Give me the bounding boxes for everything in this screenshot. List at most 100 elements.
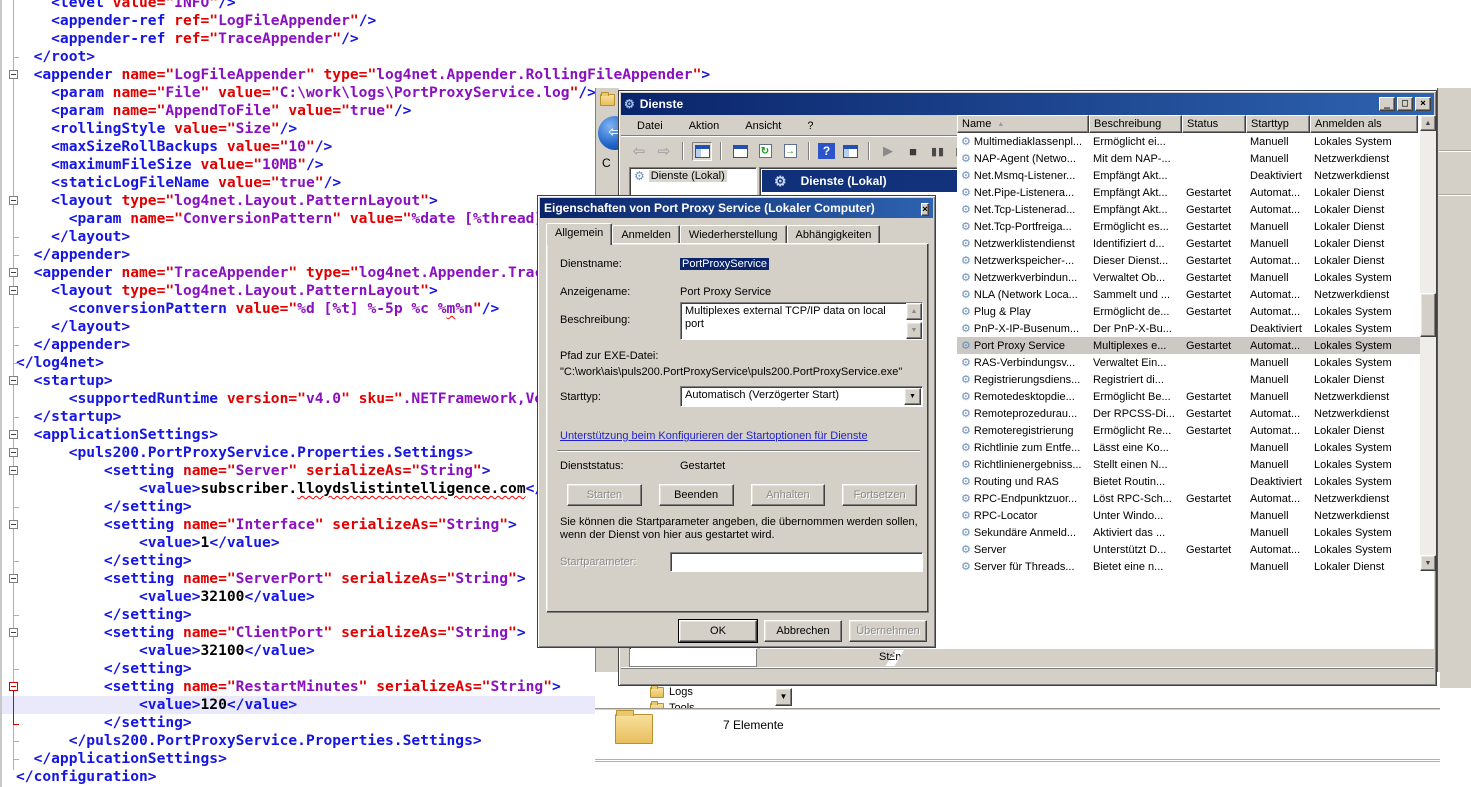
table-row[interactable]: ⚙RPC-Endpunktzuor...Löst RPC-Sch...Gesta… <box>957 490 1420 507</box>
table-row[interactable]: ⚙Remotedesktopdie...Ermöglicht Be...Gest… <box>957 388 1420 405</box>
fold-toggle-icon[interactable] <box>9 70 18 79</box>
table-row[interactable]: ⚙Remoteprozedurau...Der RPCSS-Di...Gesta… <box>957 405 1420 422</box>
table-row[interactable]: ⚙RAS-Verbindungsv...Verwaltet Ein...Manu… <box>957 354 1420 371</box>
column-header[interactable]: Anmelden als <box>1310 115 1418 133</box>
tab-abhaengigkeiten[interactable]: Abhängigkeiten <box>787 225 881 244</box>
scroll-up-icon[interactable]: ▲ <box>906 303 922 320</box>
tab-allgemein[interactable]: Allgemein <box>546 223 612 245</box>
dienstname-value[interactable]: PortProxyService <box>680 258 769 270</box>
table-row[interactable]: ⚙PnP-X-IP-Busenum...Der PnP-X-Bu...Deakt… <box>957 320 1420 337</box>
starttyp-combobox[interactable]: Automatisch (Verzögerter Start) ▼ <box>680 386 923 407</box>
table-row[interactable]: ⚙Sekundäre Anmeld...Aktiviert das ...Man… <box>957 524 1420 541</box>
refresh-icon[interactable]: ↻ <box>755 142 775 161</box>
fold-toggle-icon[interactable] <box>9 286 18 295</box>
show-console-tree-icon[interactable] <box>840 142 860 161</box>
beenden-button[interactable]: Beenden <box>659 484 734 506</box>
dropdown-icon[interactable]: ▼ <box>775 688 792 706</box>
fold-toggle-icon[interactable] <box>9 376 18 385</box>
column-header[interactable]: Beschreibung <box>1089 115 1182 133</box>
table-row[interactable]: ⚙ServerUnterstützt D...GestartetAutomat.… <box>957 541 1420 558</box>
textbox-scrollbar[interactable]: ▲ ▼ <box>906 303 922 339</box>
fold-toggle-icon[interactable] <box>9 430 18 439</box>
table-row[interactable]: ⚙NLA (Network Loca...Sammelt und ...Gest… <box>957 286 1420 303</box>
table-cell: Lokaler Dienst <box>1310 204 1418 216</box>
tab-wiederherstellung[interactable]: Wiederherstellung <box>680 225 787 244</box>
table-row[interactable]: ⚙RPC-LocatorUnter Windo...ManuellNetzwer… <box>957 507 1420 524</box>
uebernehmen-button[interactable]: Übernehmen <box>849 620 927 642</box>
chevron-down-icon[interactable]: ▼ <box>904 388 921 405</box>
help-icon[interactable]: ? <box>818 143 835 159</box>
fold-toggle-icon[interactable] <box>9 448 18 457</box>
scroll-up-icon[interactable]: ▲ <box>1420 115 1436 131</box>
maximize-button[interactable]: □ <box>1397 97 1413 111</box>
tree-item-logs[interactable]: Logs <box>650 684 695 700</box>
startparameter-input[interactable] <box>670 552 923 572</box>
fold-toggle-icon[interactable] <box>9 574 18 583</box>
table-row[interactable]: ⚙Net.Tcp-Listenerad...Empfängt Akt...Ges… <box>957 201 1420 218</box>
fold-toggle-icon[interactable] <box>9 520 18 529</box>
menu-ansicht[interactable]: Ansicht <box>745 120 781 132</box>
properties-icon[interactable] <box>730 142 750 161</box>
table-row[interactable]: ⚙Net.Pipe-Listenera...Empfängt Akt...Ges… <box>957 184 1420 201</box>
start-service-icon[interactable]: ▶ <box>878 142 898 161</box>
table-row[interactable]: ⚙Routing und RASBietet Routin...Deaktivi… <box>957 473 1420 490</box>
table-row[interactable]: ⚙Netzwerkverbindun...Verwaltet Ob...Gest… <box>957 269 1420 286</box>
abbrechen-button[interactable]: Abbrechen <box>764 620 842 642</box>
table-row[interactable]: ⚙Plug & PlayErmöglicht de...GestartetAut… <box>957 303 1420 320</box>
fold-toggle-icon[interactable] <box>9 682 18 691</box>
table-row[interactable]: ⚙RemoteregistrierungErmöglicht Re...Gest… <box>957 422 1420 439</box>
close-icon[interactable]: × <box>921 203 929 216</box>
starten-button[interactable]: Starten <box>567 484 642 506</box>
back-icon[interactable]: ⇦ <box>629 142 649 161</box>
tab-anmelden[interactable]: Anmelden <box>612 225 680 244</box>
fold-toggle-icon[interactable] <box>9 466 18 475</box>
pause-service-icon[interactable]: ▮▮ <box>928 142 948 161</box>
table-row[interactable]: ⚙Richtlinienergebniss...Stellt einen N..… <box>957 456 1420 473</box>
table-row[interactable]: ⚙Richtlinie zum Entfe...Lässt eine Ko...… <box>957 439 1420 456</box>
close-button[interactable]: × <box>1415 97 1431 111</box>
address-fragment: C <box>602 156 611 170</box>
fold-toggle-icon[interactable] <box>9 268 18 277</box>
anhalten-button[interactable]: Anhalten <box>751 484 826 506</box>
table-cell: Bietet eine n... <box>1089 561 1182 572</box>
menu-hilfe[interactable]: ? <box>807 120 813 132</box>
table-cell: ⚙Richtlinienergebniss... <box>957 459 1089 471</box>
table-row[interactable]: ⚙Net.Msmq-Listener...Empfängt Akt...Deak… <box>957 167 1420 184</box>
table-row[interactable]: ⚙NAP-Agent (Netwo...Mit dem NAP-...Manue… <box>957 150 1420 167</box>
fold-toggle-icon[interactable] <box>9 628 18 637</box>
table-row[interactable]: ⚙Port Proxy ServiceMultiplexes e...Gesta… <box>957 337 1420 354</box>
service-icon: ⚙ <box>961 238 971 250</box>
fold-toggle-icon[interactable] <box>9 196 18 205</box>
table-row[interactable]: ⚙Multimediaklassenpl...Ermöglicht ei...M… <box>957 133 1420 150</box>
column-header[interactable]: Starttyp <box>1246 115 1310 133</box>
minimize-button[interactable]: _ <box>1379 97 1395 111</box>
export-list-icon[interactable]: → <box>780 142 800 161</box>
table-cell: Löst RPC-Sch... <box>1089 493 1182 505</box>
table-cell: ⚙Netzwerkverbindun... <box>957 272 1089 284</box>
table-cell: Aktiviert das ... <box>1089 527 1182 539</box>
dialog-titlebar[interactable]: Eigenschaften von Port Proxy Service (Lo… <box>540 198 933 218</box>
stop-service-icon[interactable]: ■ <box>903 142 923 161</box>
table-row[interactable]: ⚙Server für Threads...Bietet eine n...Ma… <box>957 558 1420 571</box>
console-window-icon[interactable] <box>692 142 712 161</box>
vertical-scrollbar[interactable]: ▲ ▼ <box>1420 115 1436 571</box>
scroll-down-icon[interactable]: ▼ <box>1420 555 1436 571</box>
column-header[interactable]: Name▲ <box>957 115 1089 133</box>
menu-datei[interactable]: Datei <box>637 120 663 132</box>
scrollbar-thumb[interactable] <box>1420 293 1436 337</box>
scroll-down-icon[interactable]: ▼ <box>906 322 922 339</box>
menu-aktion[interactable]: Aktion <box>689 120 720 132</box>
forward-icon[interactable]: ⇨ <box>654 142 674 161</box>
beschreibung-textbox[interactable]: Multiplexes external TCP/IP data on loca… <box>680 302 923 340</box>
startoptionen-link[interactable]: Unterstützung beim Konfigurieren der Sta… <box>560 430 868 442</box>
service-icon: ⚙ <box>961 357 971 369</box>
services-titlebar[interactable]: ⚙ Dienste _ □ × <box>621 93 1434 115</box>
column-header[interactable]: Status <box>1182 115 1246 133</box>
fortsetzen-button[interactable]: Fortsetzen <box>842 484 917 506</box>
table-row[interactable]: ⚙Netzwerkspeicher-...Dieser Dienst...Ges… <box>957 252 1420 269</box>
table-row[interactable]: ⚙NetzwerklistendienstIdentifiziert d...G… <box>957 235 1420 252</box>
tree-item-dienste-lokal[interactable]: ⚙ Dienste (Lokal) <box>634 170 756 182</box>
table-row[interactable]: ⚙Net.Tcp-Portfreiga...Ermöglicht es...Ge… <box>957 218 1420 235</box>
ok-button[interactable]: OK <box>679 620 757 642</box>
table-row[interactable]: ⚙Registrierungsdiens...Registriert di...… <box>957 371 1420 388</box>
